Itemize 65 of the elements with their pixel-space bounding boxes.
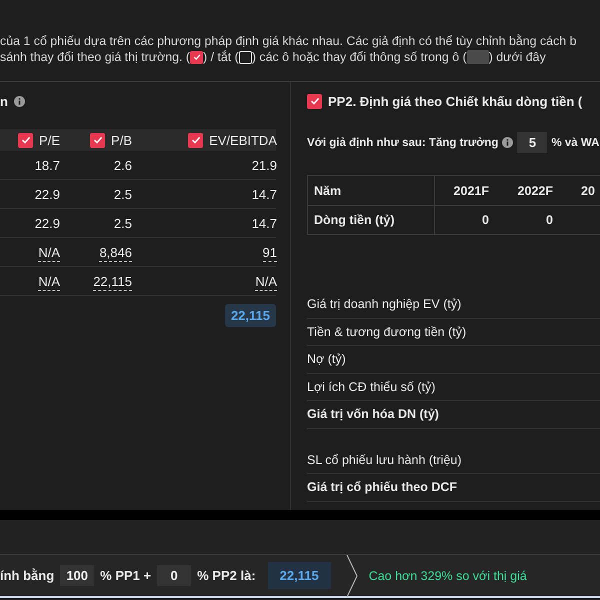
result-value: 22,115 bbox=[268, 562, 331, 589]
check-icon bbox=[20, 135, 31, 145]
value-link[interactable]: 22,115 bbox=[93, 274, 132, 290]
info-icon bbox=[502, 137, 514, 148]
intro-text: sánh thay đổi theo giá thị trường. ( bbox=[0, 49, 190, 65]
table-cell: 21.9 bbox=[252, 158, 277, 174]
column-header: P/B bbox=[111, 132, 132, 148]
item-label: Giá trị vốn hóa DN (tỷ) bbox=[307, 406, 439, 423]
item-label: Tiền & tương đương tiền (tỷ) bbox=[307, 324, 466, 341]
assumption-label: Với giả định như sau: Tăng trưởng bbox=[307, 136, 498, 148]
checkbox[interactable] bbox=[188, 132, 204, 148]
table-header: Năm bbox=[314, 184, 342, 198]
chevron-divider bbox=[344, 554, 359, 596]
weight-input[interactable]: 100 bbox=[60, 565, 94, 586]
weight-input[interactable]: 0 bbox=[157, 565, 192, 586]
value-link[interactable]: N/A bbox=[38, 274, 60, 290]
table-cell: 22.9 bbox=[34, 216, 60, 232]
checkbox[interactable] bbox=[238, 50, 252, 64]
value-link[interactable]: 8,846 bbox=[99, 244, 132, 262]
intro-text: của 1 cổ phiếu dựa trên các phương pháp định giá khác nhau. Các giả định có thể tùy chỉnh bằng cách b bbox=[0, 33, 576, 49]
table-cell: 14.7 bbox=[252, 216, 277, 232]
value-link[interactable]: 91 bbox=[262, 244, 277, 262]
checkbox[interactable] bbox=[90, 132, 106, 148]
value-link[interactable]: N/A bbox=[38, 244, 60, 262]
section-title: PP2. Định giá theo Chiết khấu dòng tiền ( bbox=[328, 94, 582, 108]
checkbox[interactable] bbox=[307, 94, 322, 108]
table-cell: Dòng tiền (tỷ) bbox=[314, 213, 395, 227]
checkbox[interactable] bbox=[18, 132, 34, 148]
comparison-text: Cao hơn 329% so với thị giá bbox=[368, 568, 527, 582]
intro-text: ) dưới đây bbox=[488, 49, 546, 65]
item-label: Nợ (tỷ) bbox=[307, 351, 346, 368]
item-label: Giá trị doanh nghiệp EV (tỷ) bbox=[307, 296, 462, 313]
intro-text: ) các ô hoặc thay đổi thông số trong ô ( bbox=[252, 49, 467, 65]
table-cell: 2.5 bbox=[114, 186, 132, 202]
check-icon bbox=[92, 135, 103, 145]
summary-text: % PP2 là: bbox=[197, 568, 256, 583]
item-label: SL cổ phiếu lưu hành (triệu) bbox=[307, 452, 462, 469]
item-label: Lợi ích CĐ thiểu số (tỷ) bbox=[307, 378, 436, 396]
column-header: P/E bbox=[39, 132, 60, 148]
value-link[interactable]: N/A bbox=[255, 274, 277, 290]
table-cell: 0 bbox=[482, 213, 489, 227]
total-value: 22,115 bbox=[224, 304, 276, 327]
info-icon bbox=[14, 96, 25, 106]
table-header: 20 bbox=[581, 184, 595, 198]
table-cell: 22.9 bbox=[34, 186, 60, 202]
assumption-label: % và WA bbox=[551, 136, 600, 148]
table-cell: 0 bbox=[546, 213, 553, 227]
table-cell: 14.7 bbox=[252, 186, 277, 202]
table-cell: 2.6 bbox=[114, 158, 132, 174]
summary-text: % PP1 + bbox=[100, 568, 152, 583]
table-cell: 2.5 bbox=[114, 216, 132, 232]
summary-text: ính bằng bbox=[0, 568, 54, 583]
table-header: 2022F bbox=[518, 184, 553, 198]
checkbox[interactable] bbox=[190, 50, 203, 64]
column-header: EV/EBITDA bbox=[209, 132, 277, 148]
intro-text: ) / tắt ( bbox=[203, 49, 239, 65]
table-cell: 18.7 bbox=[34, 158, 60, 174]
check-icon bbox=[310, 96, 320, 106]
input-swatch bbox=[466, 50, 489, 64]
table-header: 2021F bbox=[454, 184, 489, 198]
item-label: Giá trị cổ phiếu theo DCF bbox=[307, 479, 458, 496]
check-icon bbox=[192, 53, 200, 61]
check-icon bbox=[190, 135, 201, 145]
growth-input[interactable]: 5 bbox=[517, 132, 548, 153]
section-title: n bbox=[0, 94, 8, 108]
